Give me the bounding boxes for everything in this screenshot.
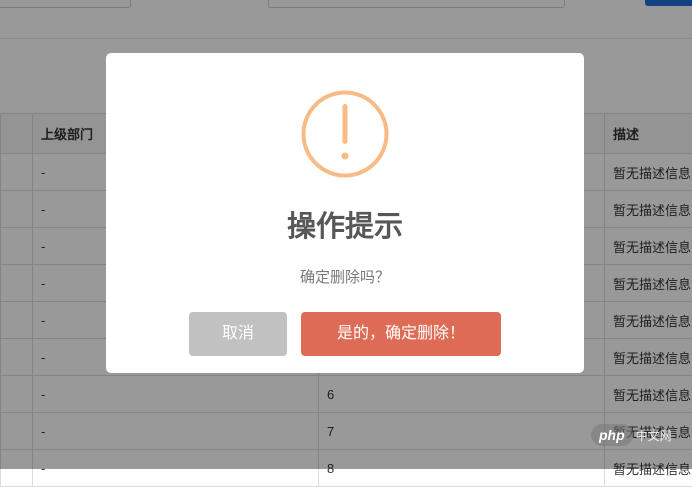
- warning-icon: [301, 90, 389, 178]
- cancel-button[interactable]: 取消: [189, 312, 287, 356]
- dialog-message: 确定删除吗？: [106, 266, 584, 287]
- watermark-text: 中文网: [636, 427, 672, 444]
- confirm-dialog: 操作提示 确定删除吗？ 取消 是的，确定删除！: [106, 53, 584, 373]
- watermark: php中文网: [591, 424, 672, 450]
- confirm-delete-button[interactable]: 是的，确定删除！: [301, 312, 501, 356]
- dialog-title: 操作提示: [106, 203, 584, 245]
- watermark-logo: php: [591, 424, 633, 446]
